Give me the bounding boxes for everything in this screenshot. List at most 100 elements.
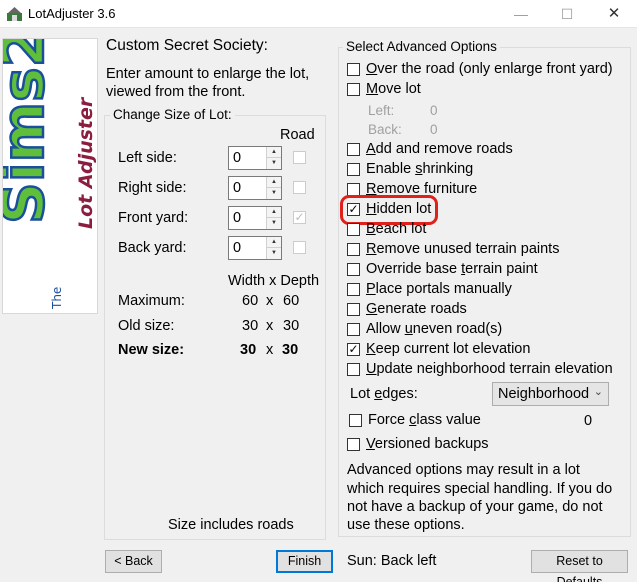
maximum-x: x [266,293,274,309]
right-side-road-checkbox[interactable] [293,181,306,194]
keep-elevation-checkbox[interactable]: ✓ [347,343,360,356]
back-yard-spinner[interactable]: 0 ▲ ▼ [228,236,282,260]
spin-up-icon[interactable]: ▲ [267,207,281,218]
sun-position-label: Sun: Back left [347,553,437,569]
warning-line-2: which requires special handling. If you … [347,481,613,497]
old-size-x: x [266,318,274,334]
svg-text:Sims2: Sims2 [3,39,57,224]
override-terrain-paint-checkbox[interactable] [347,263,360,276]
remove-unused-paints-checkbox[interactable] [347,243,360,256]
front-yard-label: Front yard: [118,210,189,226]
new-size-x: x [266,342,274,358]
old-size-label: Old size: [118,318,175,334]
update-terrain-elevation-label[interactable]: Update neighborhood terrain elevation [366,361,613,377]
finish-button[interactable]: Finish [276,550,333,573]
move-left-label: Left: [368,103,395,118]
place-portals-label[interactable]: Place portals manually [366,281,512,297]
left-side-label: Left side: [118,150,177,166]
old-size-depth: 30 [283,318,300,334]
force-class-value[interactable]: 0 [584,413,592,429]
maximize-button[interactable]: ☐ [544,0,590,28]
lot-edges-value: Neighborhood [498,386,590,402]
right-side-spinner[interactable]: 0 ▲ ▼ [228,176,282,200]
move-lot-checkbox[interactable] [347,83,360,96]
move-left-value: 0 [430,103,438,118]
warning-line-4: use these options. [347,517,465,533]
front-yard-spinner[interactable]: 0 ▲ ▼ [228,206,282,230]
app-icon [7,7,22,21]
spin-down-icon[interactable]: ▼ [267,158,281,169]
move-back-label: Back: [368,122,402,137]
left-side-road-checkbox[interactable] [293,151,306,164]
remove-unused-paints-label[interactable]: Remove unused terrain paints [366,241,559,257]
over-road-label[interactable]: Over the road (only enlarge front yard) [366,61,613,77]
new-size-depth: 30 [282,342,299,358]
spin-up-icon[interactable]: ▲ [267,177,281,188]
spin-down-icon[interactable]: ▼ [267,218,281,229]
right-side-value[interactable]: 0 [233,180,241,196]
change-size-title: Change Size of Lot: [110,107,235,122]
lot-name: Custom Secret Society: [106,37,268,54]
maximum-label: Maximum: [118,293,185,309]
allow-uneven-roads-checkbox[interactable] [347,323,360,336]
road-column-header: Road [280,127,315,143]
maximum-width: 60 [242,293,259,309]
move-lot-label[interactable]: Move lot [366,81,421,97]
spin-down-icon[interactable]: ▼ [267,248,281,259]
dimensions-header: Width x Depth [228,273,320,289]
svg-text:Lot Adjuster: Lot Adjuster [75,96,97,229]
beach-lot-label[interactable]: Beach lot [366,221,426,237]
advanced-options-title: Select Advanced Options [343,39,500,54]
enable-shrinking-checkbox[interactable] [347,163,360,176]
force-class-checkbox[interactable] [349,414,362,427]
lot-edges-label: Lot edges: [350,386,418,402]
update-terrain-elevation-checkbox[interactable] [347,363,360,376]
sims2-lot-adjuster-logo: Sims2 The Lot Adjuster [2,38,98,314]
lot-edges-select[interactable]: Neighborhood ⌄ [492,382,609,406]
maximum-depth: 60 [283,293,300,309]
versioned-backups-label[interactable]: Versioned backups [366,436,489,452]
close-button[interactable]: ✕ [591,0,637,28]
front-yard-value[interactable]: 0 [233,210,241,226]
left-side-value[interactable]: 0 [233,150,241,166]
back-yard-road-checkbox[interactable] [293,241,306,254]
reset-to-defaults-button[interactable]: Reset to Defaults [531,550,628,582]
instructions-line-2: viewed from the front. [106,84,246,100]
chevron-down-icon: ⌄ [593,386,603,398]
override-terrain-paint-label[interactable]: Override base terrain paint [366,261,538,277]
right-side-label: Right side: [118,180,187,196]
spin-down-icon[interactable]: ▼ [267,188,281,199]
window-title: LotAdjuster 3.6 [28,6,116,21]
add-remove-roads-label[interactable]: Add and remove roads [366,141,513,157]
generate-roads-checkbox[interactable] [347,303,360,316]
over-road-checkbox[interactable] [347,63,360,76]
front-yard-road-checkbox[interactable]: ✓ [293,211,306,224]
svg-text:The: The [50,287,64,310]
size-includes-roads-note: Size includes roads [168,517,294,533]
back-yard-value[interactable]: 0 [233,240,241,256]
move-back-value: 0 [430,122,438,137]
back-button[interactable]: < Back [105,550,162,573]
left-side-spinner[interactable]: 0 ▲ ▼ [228,146,282,170]
back-yard-label: Back yard: [118,240,187,256]
allow-uneven-roads-label[interactable]: Allow uneven road(s) [366,321,502,337]
new-size-label: New size: [118,342,185,358]
title-bar: LotAdjuster 3.6 — ☐ ✕ [0,0,637,28]
instructions-line-1: Enter amount to enlarge the lot, [106,66,310,82]
old-size-width: 30 [242,318,259,334]
versioned-backups-checkbox[interactable] [347,438,360,451]
logo-artwork: Sims2 The Lot Adjuster [3,39,97,310]
spin-up-icon[interactable]: ▲ [267,147,281,158]
keep-elevation-label[interactable]: Keep current lot elevation [366,341,530,357]
warning-line-1: Advanced options may result in a lot [347,462,580,478]
place-portals-checkbox[interactable] [347,283,360,296]
warning-line-3: not have a backup of your game, do not [347,499,603,515]
add-remove-roads-checkbox[interactable] [347,143,360,156]
minimize-button[interactable]: — [498,0,544,28]
spin-up-icon[interactable]: ▲ [267,237,281,248]
generate-roads-label[interactable]: Generate roads [366,301,467,317]
beach-lot-checkbox[interactable] [347,223,360,236]
force-class-label[interactable]: Force class value [368,412,481,428]
new-size-width: 30 [240,342,257,358]
enable-shrinking-label[interactable]: Enable shrinking [366,161,473,177]
